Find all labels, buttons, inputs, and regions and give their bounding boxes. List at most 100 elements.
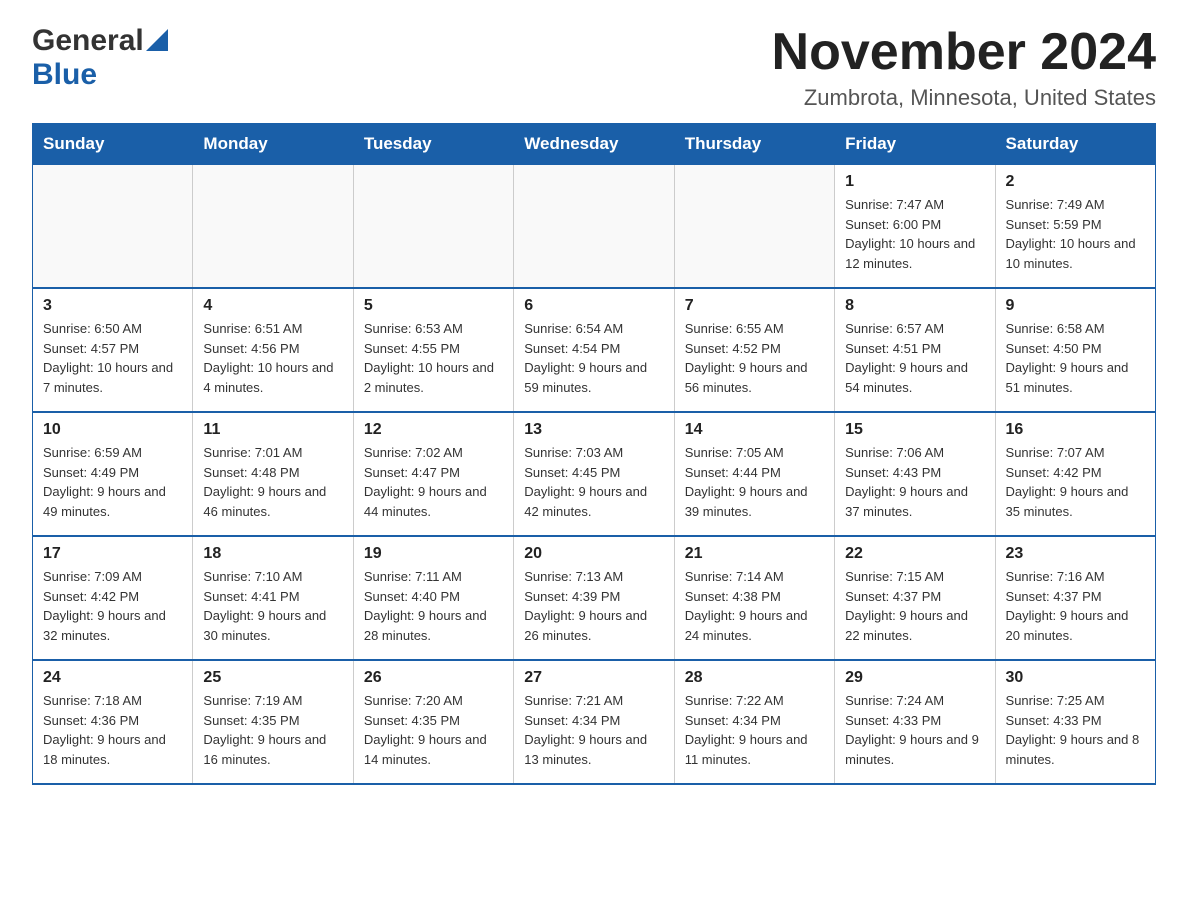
day-info: Sunrise: 7:02 AMSunset: 4:47 PMDaylight:… [364,443,503,521]
day-info: Sunrise: 7:47 AMSunset: 6:00 PMDaylight:… [845,195,984,273]
day-info: Sunrise: 7:10 AMSunset: 4:41 PMDaylight:… [203,567,342,645]
calendar-day-cell: 1 Sunrise: 7:47 AMSunset: 6:00 PMDaylight… [835,165,995,289]
day-number: 15 [845,421,984,439]
day-info: Sunrise: 7:14 AMSunset: 4:38 PMDaylight:… [685,567,824,645]
day-info: Sunrise: 7:16 AMSunset: 4:37 PMDaylight:… [1006,567,1145,645]
day-info: Sunrise: 7:06 AMSunset: 4:43 PMDaylight:… [845,443,984,521]
calendar-week-row: 3 Sunrise: 6:50 AMSunset: 4:57 PMDaylight… [33,288,1156,412]
day-info: Sunrise: 6:53 AMSunset: 4:55 PMDaylight:… [364,319,503,397]
day-of-week-header: Sunday [33,124,193,165]
calendar-day-cell: 26Sunrise: 7:20 AMSunset: 4:35 PMDayligh… [353,660,513,784]
calendar-day-cell [353,165,513,289]
day-number: 8 [845,297,984,315]
logo-general-label: General [32,24,144,58]
day-number: 28 [685,669,824,687]
calendar-day-cell: 29Sunrise: 7:24 AMSunset: 4:33 PMDayligh… [835,660,995,784]
calendar-week-row: 24Sunrise: 7:18 AMSunset: 4:36 PMDayligh… [33,660,1156,784]
calendar-day-cell: 20 Sunrise: 7:13 AMSunset: 4:39 PMDayligh… [514,536,674,660]
day-of-week-header: Wednesday [514,124,674,165]
calendar-week-row: 10Sunrise: 6:59 AMSunset: 4:49 PMDayligh… [33,412,1156,536]
day-number: 30 [1006,669,1145,687]
day-number: 13 [524,421,663,439]
day-number: 5 [364,297,503,315]
calendar-day-cell: 11Sunrise: 7:01 AMSunset: 4:48 PMDayligh… [193,412,353,536]
day-of-week-header: Thursday [674,124,834,165]
calendar-day-cell: 13 Sunrise: 7:03 AMSunset: 4:45 PMDayligh… [514,412,674,536]
day-number: 2 [1006,173,1145,191]
calendar-day-cell: 25 Sunrise: 7:19 AMSunset: 4:35 PMDayligh… [193,660,353,784]
logo-general-text: General [32,24,168,58]
day-info: Sunrise: 7:19 AMSunset: 4:35 PMDaylight:… [203,691,342,769]
calendar-header-row: SundayMondayTuesdayWednesdayThursdayFrid… [33,124,1156,165]
calendar-day-cell: 5 Sunrise: 6:53 AMSunset: 4:55 PMDaylight… [353,288,513,412]
calendar-day-cell: 28Sunrise: 7:22 AMSunset: 4:34 PMDayligh… [674,660,834,784]
calendar-day-cell [33,165,193,289]
day-of-week-header: Tuesday [353,124,513,165]
day-info: Sunrise: 6:58 AMSunset: 4:50 PMDaylight:… [1006,319,1145,397]
day-number: 6 [524,297,663,315]
day-info: Sunrise: 7:15 AMSunset: 4:37 PMDaylight:… [845,567,984,645]
day-number: 20 [524,545,663,563]
calendar-title: November 2024 [772,24,1156,81]
calendar-day-cell: 12 Sunrise: 7:02 AMSunset: 4:47 PMDayligh… [353,412,513,536]
calendar-table: SundayMondayTuesdayWednesdayThursdayFrid… [32,123,1156,785]
day-info: Sunrise: 6:55 AMSunset: 4:52 PMDaylight:… [685,319,824,397]
day-info: Sunrise: 7:07 AMSunset: 4:42 PMDaylight:… [1006,443,1145,521]
day-info: Sunrise: 7:11 AMSunset: 4:40 PMDaylight:… [364,567,503,645]
calendar-day-cell: 4 Sunrise: 6:51 AMSunset: 4:56 PMDaylight… [193,288,353,412]
day-number: 29 [845,669,984,687]
day-of-week-header: Monday [193,124,353,165]
calendar-day-cell: 8 Sunrise: 6:57 AMSunset: 4:51 PMDaylight… [835,288,995,412]
day-number: 17 [43,545,182,563]
day-number: 14 [685,421,824,439]
calendar-day-cell: 7 Sunrise: 6:55 AMSunset: 4:52 PMDaylight… [674,288,834,412]
day-number: 7 [685,297,824,315]
calendar-week-row: 1 Sunrise: 7:47 AMSunset: 6:00 PMDaylight… [33,165,1156,289]
day-info: Sunrise: 6:51 AMSunset: 4:56 PMDaylight:… [203,319,342,397]
calendar-day-cell: 14Sunrise: 7:05 AMSunset: 4:44 PMDayligh… [674,412,834,536]
day-info: Sunrise: 7:18 AMSunset: 4:36 PMDaylight:… [43,691,182,769]
calendar-day-cell: 15 Sunrise: 7:06 AMSunset: 4:43 PMDayligh… [835,412,995,536]
calendar-day-cell: 18 Sunrise: 7:10 AMSunset: 4:41 PMDayligh… [193,536,353,660]
day-number: 21 [685,545,824,563]
calendar-day-cell: 23 Sunrise: 7:16 AMSunset: 4:37 PMDayligh… [995,536,1155,660]
day-number: 1 [845,173,984,191]
calendar-day-cell: 22Sunrise: 7:15 AMSunset: 4:37 PMDayligh… [835,536,995,660]
calendar-day-cell: 19 Sunrise: 7:11 AMSunset: 4:40 PMDayligh… [353,536,513,660]
calendar-day-cell [514,165,674,289]
day-info: Sunrise: 7:25 AMSunset: 4:33 PMDaylight:… [1006,691,1145,769]
day-info: Sunrise: 7:09 AMSunset: 4:42 PMDaylight:… [43,567,182,645]
logo-triangle-icon [146,29,168,51]
day-of-week-header: Friday [835,124,995,165]
calendar-day-cell: 10Sunrise: 6:59 AMSunset: 4:49 PMDayligh… [33,412,193,536]
day-number: 18 [203,545,342,563]
day-number: 26 [364,669,503,687]
day-info: Sunrise: 7:03 AMSunset: 4:45 PMDaylight:… [524,443,663,521]
day-number: 19 [364,545,503,563]
calendar-day-cell: 27Sunrise: 7:21 AMSunset: 4:34 PMDayligh… [514,660,674,784]
day-info: Sunrise: 6:59 AMSunset: 4:49 PMDaylight:… [43,443,182,521]
day-number: 11 [203,421,342,439]
calendar-day-cell: 9 Sunrise: 6:58 AMSunset: 4:50 PMDaylight… [995,288,1155,412]
calendar-day-cell: 24Sunrise: 7:18 AMSunset: 4:36 PMDayligh… [33,660,193,784]
day-info: Sunrise: 7:49 AMSunset: 5:59 PMDaylight:… [1006,195,1145,273]
calendar-day-cell: 2 Sunrise: 7:49 AMSunset: 5:59 PMDaylight… [995,165,1155,289]
day-info: Sunrise: 6:50 AMSunset: 4:57 PMDaylight:… [43,319,182,397]
day-number: 16 [1006,421,1145,439]
calendar-subtitle: Zumbrota, Minnesota, United States [772,85,1156,111]
calendar-day-cell: 21 Sunrise: 7:14 AMSunset: 4:38 PMDayligh… [674,536,834,660]
page-header: General Blue November 2024 Zumbrota, Min… [32,24,1156,111]
day-number: 9 [1006,297,1145,315]
day-info: Sunrise: 6:57 AMSunset: 4:51 PMDaylight:… [845,319,984,397]
day-info: Sunrise: 7:13 AMSunset: 4:39 PMDaylight:… [524,567,663,645]
day-of-week-header: Saturday [995,124,1155,165]
day-number: 25 [203,669,342,687]
calendar-day-cell [674,165,834,289]
day-number: 3 [43,297,182,315]
day-number: 23 [1006,545,1145,563]
calendar-day-cell: 16 Sunrise: 7:07 AMSunset: 4:42 PMDayligh… [995,412,1155,536]
day-number: 12 [364,421,503,439]
day-number: 4 [203,297,342,315]
logo-blue-label: Blue [32,58,168,92]
calendar-day-cell: 17 Sunrise: 7:09 AMSunset: 4:42 PMDayligh… [33,536,193,660]
